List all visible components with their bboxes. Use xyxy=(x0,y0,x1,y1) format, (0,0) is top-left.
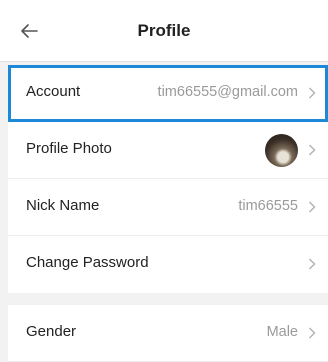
change-password-row[interactable]: Change Password xyxy=(8,236,328,293)
account-row[interactable]: Account tim66555@gmail.com xyxy=(8,65,328,122)
page-title: Profile xyxy=(137,21,191,40)
nick-name-row[interactable]: Nick Name tim66555 xyxy=(8,179,328,236)
gender-row[interactable]: Gender Male xyxy=(8,305,328,362)
nick-name-value: tim66555 xyxy=(238,198,298,214)
nick-name-label: Nick Name xyxy=(26,197,100,214)
section-divider xyxy=(8,293,328,305)
account-label: Account xyxy=(26,83,81,100)
avatar xyxy=(265,134,298,167)
change-password-label: Change Password xyxy=(26,254,149,271)
app-header: Profile xyxy=(0,0,328,62)
gender-value: Male xyxy=(266,324,298,340)
chevron-right-icon xyxy=(308,144,316,156)
chevron-right-icon xyxy=(308,327,316,339)
chevron-right-icon xyxy=(308,87,316,99)
profile-photo-label: Profile Photo xyxy=(26,140,112,157)
chevron-right-icon xyxy=(308,201,316,213)
chevron-right-icon xyxy=(308,258,316,270)
profile-photo-row[interactable]: Profile Photo xyxy=(8,122,328,179)
account-value: tim66555@gmail.com xyxy=(157,84,298,100)
